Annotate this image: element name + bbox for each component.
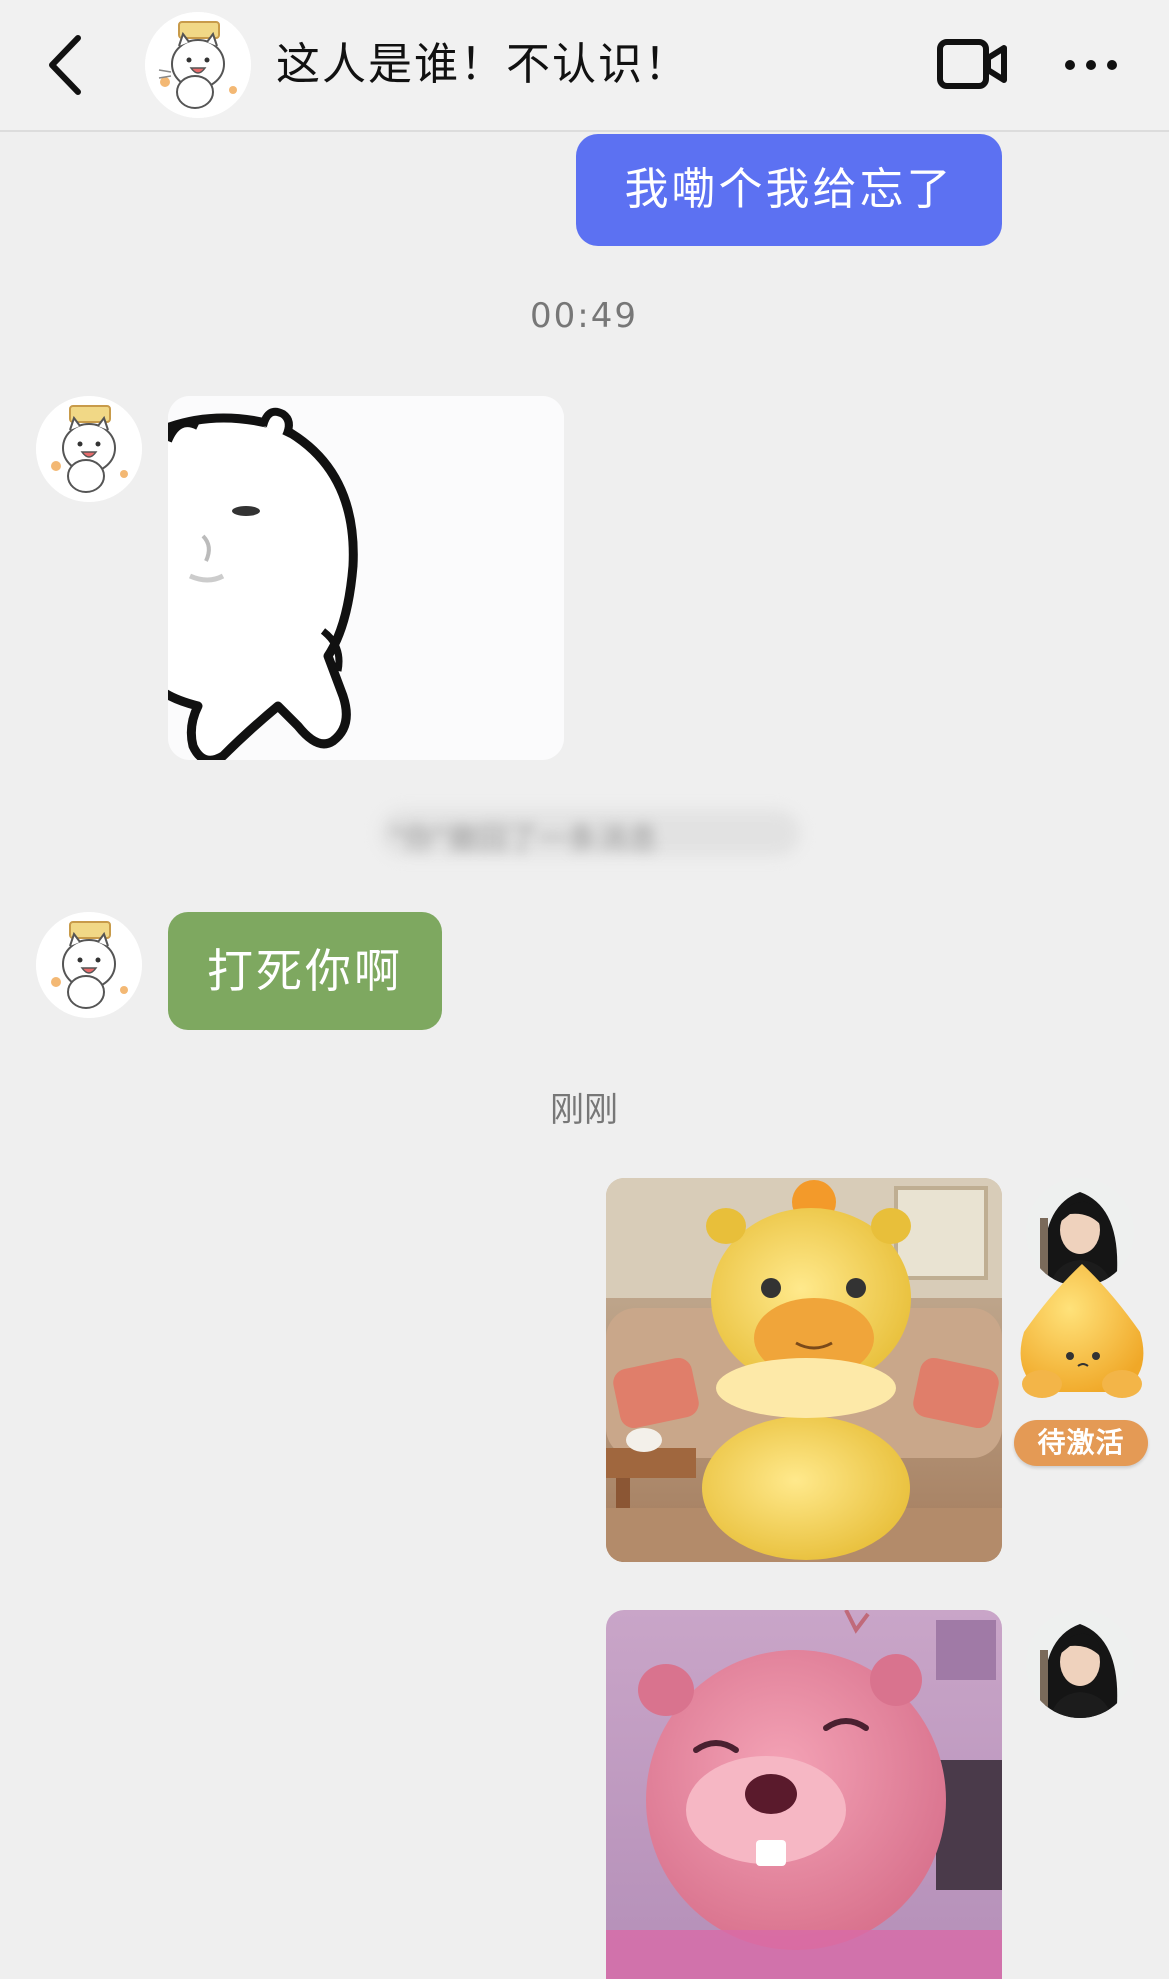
video-call-button[interactable] bbox=[936, 36, 1010, 92]
image-message[interactable] bbox=[606, 1610, 1002, 1979]
pink-beaver-image-icon bbox=[606, 1610, 1002, 1979]
video-camera-icon bbox=[937, 39, 1007, 89]
portrait-avatar-icon bbox=[1026, 1610, 1134, 1718]
white-bear-sticker-icon bbox=[168, 396, 564, 760]
contact-text-message[interactable]: 打死你啊 bbox=[168, 912, 442, 1030]
more-dots-icon bbox=[1065, 60, 1117, 70]
back-button[interactable] bbox=[40, 30, 100, 100]
white-cat-avatar-icon bbox=[36, 912, 142, 1018]
white-cat-avatar-icon bbox=[145, 12, 251, 118]
peach-mascot-icon bbox=[1020, 1264, 1144, 1398]
more-options-button[interactable] bbox=[1062, 50, 1120, 80]
bear-sticker-message[interactable] bbox=[168, 396, 564, 760]
chevron-left-icon bbox=[49, 35, 81, 95]
yellow-capybara-image-icon bbox=[606, 1178, 1002, 1562]
white-cat-avatar-icon bbox=[36, 396, 142, 502]
contact-avatar[interactable] bbox=[145, 12, 251, 118]
contact-message-avatar[interactable] bbox=[36, 396, 142, 502]
timestamp: 刚刚 bbox=[550, 1090, 618, 1130]
image-message[interactable] bbox=[606, 1178, 1002, 1562]
timestamp: 00:49 bbox=[530, 296, 638, 336]
contact-message-avatar[interactable] bbox=[36, 912, 142, 1018]
recall-notice: "你"撤回了一条消息 bbox=[390, 822, 658, 857]
pending-activation-badge[interactable]: 待激活 bbox=[1014, 1420, 1148, 1466]
my-text-message[interactable]: 我嘞个我给忘了 bbox=[576, 134, 1002, 246]
my-avatar[interactable] bbox=[1026, 1610, 1134, 1718]
chat-title: 这人是谁！不认识！ bbox=[276, 39, 690, 90]
pet-mascot[interactable] bbox=[1012, 1262, 1152, 1400]
